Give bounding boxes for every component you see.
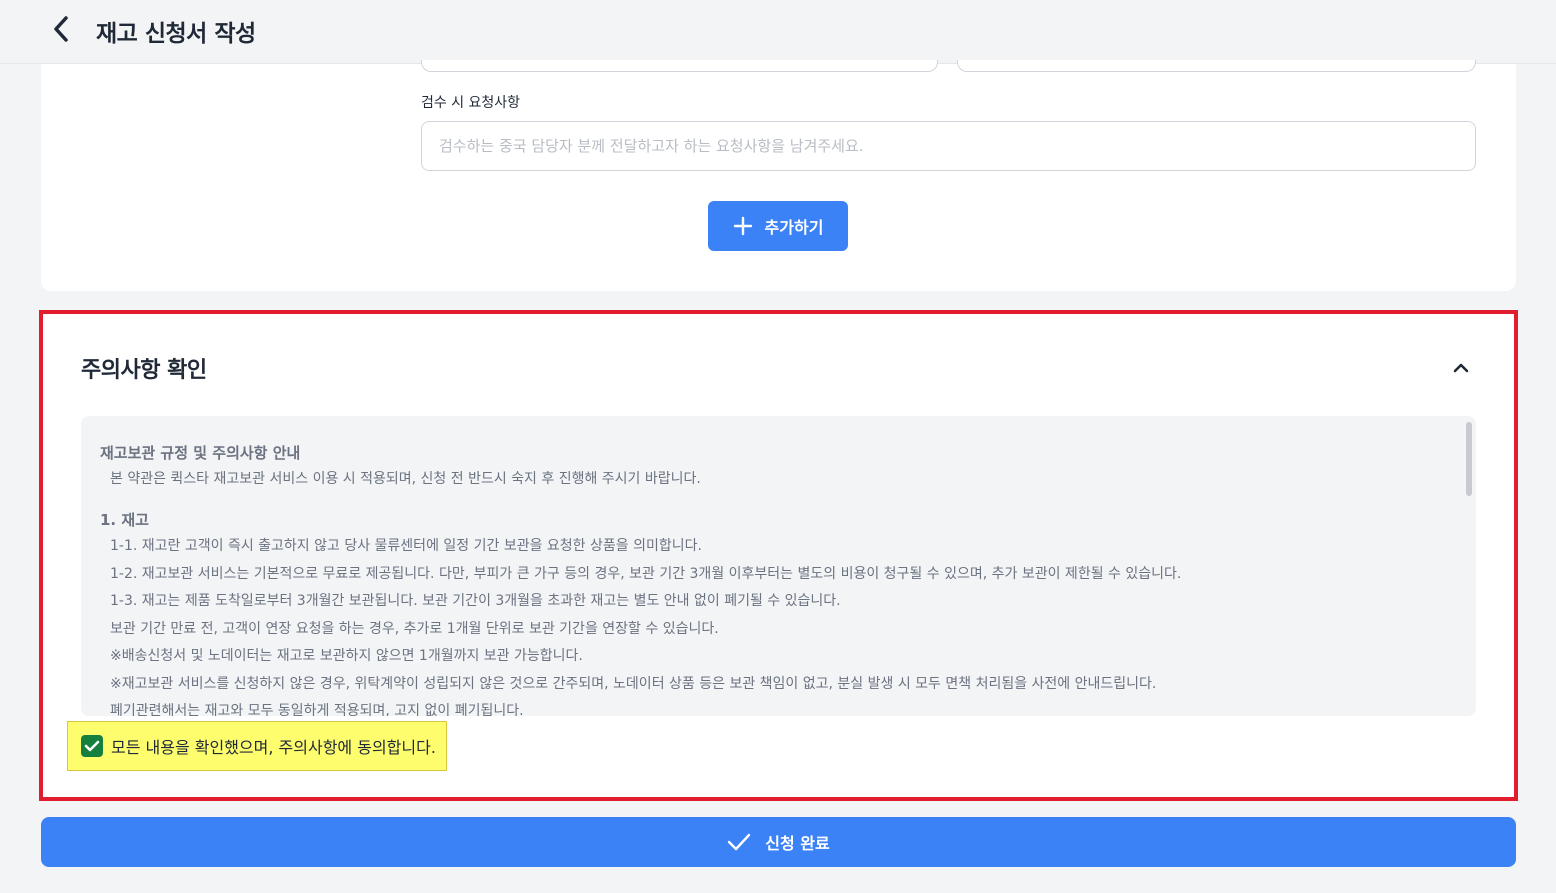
- chevron-left-icon: [54, 16, 68, 42]
- chevron-up-icon: [1453, 363, 1469, 373]
- terms-line: ※재고보관 서비스를 신청하지 않은 경우, 위탁계약이 성립되지 않은 것으로…: [110, 675, 1157, 692]
- submit-label: 신청 완료: [765, 834, 830, 853]
- partial-input-left[interactable]: [421, 60, 938, 72]
- app-header: 재고 신청서 작성: [0, 0, 1556, 64]
- plus-icon: [733, 216, 752, 236]
- terms-scrollbar[interactable]: [1466, 422, 1472, 496]
- terms-heading: 재고보관 규정 및 주의사항 안내: [100, 444, 301, 462]
- collapse-toggle[interactable]: [1447, 356, 1475, 380]
- terms-box[interactable]: 재고보관 규정 및 주의사항 안내 본 약관은 퀵스타 재고보관 서비스 이용 …: [81, 416, 1476, 716]
- caution-title: 주의사항 확인: [81, 358, 207, 383]
- check-icon: [84, 740, 100, 752]
- submit-button[interactable]: 신청 완료: [41, 817, 1516, 867]
- agree-checkbox-row[interactable]: 모든 내용을 확인했으며, 주의사항에 동의합니다.: [67, 721, 447, 771]
- terms-line: 보관 기간 만료 전, 고객이 연장 요청을 하는 경우, 추가로 1개월 단위…: [110, 620, 719, 637]
- add-button[interactable]: 추가하기: [708, 201, 848, 251]
- page-title: 재고 신청서 작성: [96, 21, 256, 47]
- request-label: 검수 시 요청사항: [421, 95, 521, 111]
- terms-intro: 본 약관은 퀵스타 재고보관 서비스 이용 시 적용되며, 신청 전 반드시 숙…: [110, 471, 701, 487]
- terms-line: ※배송신청서 및 노데이터는 재고로 보관하지 않으면 1개월까지 보관 가능합…: [110, 648, 583, 664]
- agree-label: 모든 내용을 확인했으며, 주의사항에 동의합니다.: [111, 738, 436, 757]
- terms-section-title: 1. 재고: [100, 511, 149, 529]
- terms-line: 1-1. 재고란 고객이 즉시 출고하지 않고 당사 물류센터에 일정 기간 보…: [110, 538, 702, 554]
- check-icon: [728, 833, 751, 851]
- form-card: 검수 시 요청사항 추가하기: [41, 60, 1516, 291]
- back-button[interactable]: [46, 14, 76, 44]
- agree-checkbox[interactable]: [81, 735, 103, 757]
- terms-line: 1-2. 재고보관 서비스는 기본적으로 무료로 제공됩니다. 다만, 부피가 …: [110, 565, 1182, 582]
- request-input[interactable]: [421, 121, 1476, 171]
- partial-input-right[interactable]: [957, 60, 1476, 72]
- terms-line: 폐기관련해서는 재고와 모두 동일하게 적용되며, 고지 없이 폐기됩니다.: [110, 703, 524, 716]
- terms-content: 재고보관 규정 및 주의사항 안내 본 약관은 퀵스타 재고보관 서비스 이용 …: [100, 442, 1446, 716]
- terms-line: 1-3. 재고는 제품 도착일로부터 3개월간 보관됩니다. 보관 기간이 3개…: [110, 593, 841, 609]
- add-button-label: 추가하기: [764, 218, 824, 237]
